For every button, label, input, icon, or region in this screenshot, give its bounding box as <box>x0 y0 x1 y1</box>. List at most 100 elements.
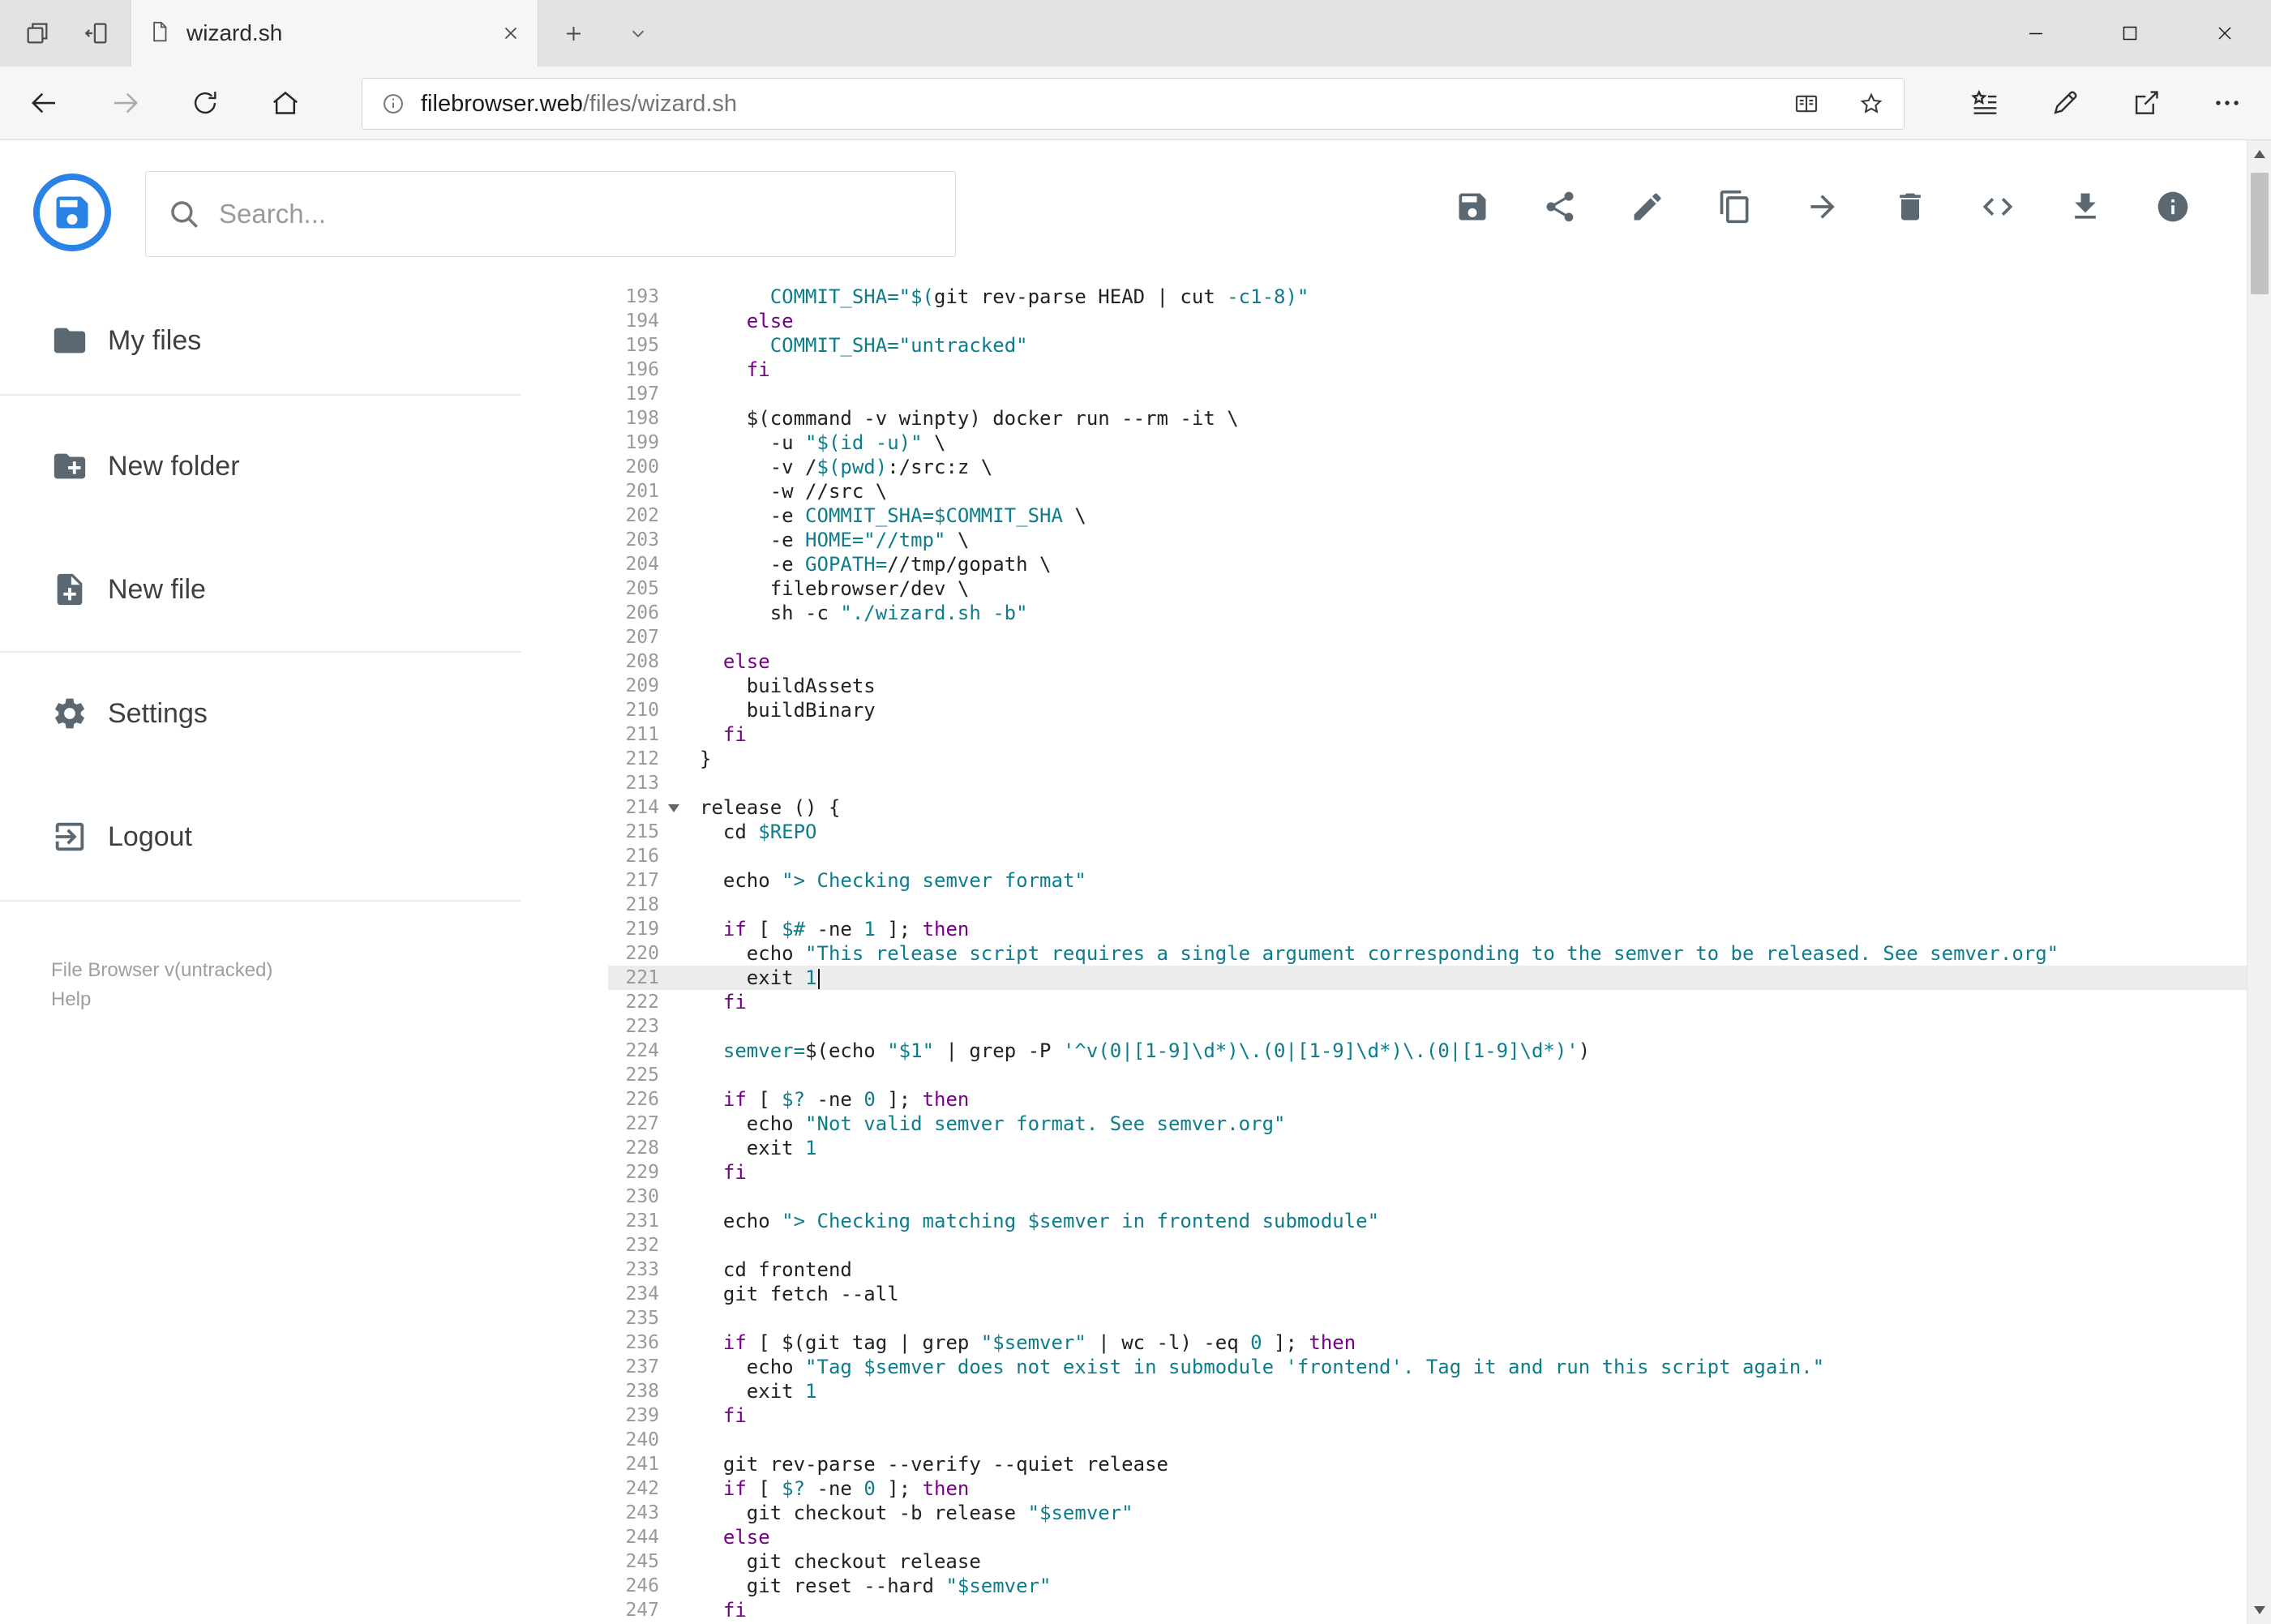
code-line[interactable]: 204 -e GOPATH=//tmp/gopath \ <box>608 552 2247 576</box>
line-number[interactable]: 221 <box>608 966 681 990</box>
code-line[interactable]: 221 exit 1 <box>608 966 2247 990</box>
code-line[interactable]: 209 buildAssets <box>608 674 2247 698</box>
code-line[interactable]: 247 fi <box>608 1598 2247 1622</box>
code-line[interactable]: 235 <box>608 1306 2247 1330</box>
code-line[interactable]: 229 fi <box>608 1160 2247 1185</box>
code-line[interactable]: 234 git fetch --all <box>608 1282 2247 1306</box>
code-line[interactable]: 213 <box>608 771 2247 795</box>
line-number[interactable]: 246 <box>608 1574 681 1598</box>
code-line[interactable]: 203 -e HOME="//tmp" \ <box>608 528 2247 552</box>
code-line[interactable]: 245 git checkout release <box>608 1549 2247 1574</box>
code-line[interactable]: 242 if [ $? -ne 0 ]; then <box>608 1476 2247 1501</box>
sidebar-item-new-file[interactable]: New file <box>0 565 521 614</box>
refresh-button[interactable] <box>176 66 234 139</box>
line-number[interactable]: 218 <box>608 893 681 917</box>
site-info-icon[interactable] <box>380 91 406 117</box>
line-number[interactable]: 194 <box>608 309 681 333</box>
line-number[interactable]: 230 <box>608 1185 681 1209</box>
line-number[interactable]: 222 <box>608 990 681 1014</box>
line-number[interactable]: 247 <box>608 1598 681 1622</box>
sidebar-item-my-files[interactable]: My files <box>0 316 521 365</box>
delete-icon[interactable] <box>1879 155 1941 259</box>
code-line[interactable]: 198 $(command -v winpty) docker run --rm… <box>608 406 2247 431</box>
code-line[interactable]: 210 buildBinary <box>608 698 2247 722</box>
scroll-down-icon[interactable] <box>2247 1596 2271 1624</box>
back-button[interactable] <box>15 66 73 139</box>
code-editor[interactable]: 193 COMMIT_SHA="$(git rev-parse HEAD | c… <box>608 273 2247 1624</box>
line-number[interactable]: 195 <box>608 333 681 358</box>
code-line[interactable]: 231 echo "> Checking matching $semver in… <box>608 1209 2247 1233</box>
code-line[interactable]: 201 -w //src \ <box>608 479 2247 503</box>
line-number[interactable]: 238 <box>608 1379 681 1403</box>
scrollbar-thumb[interactable] <box>2251 173 2269 294</box>
line-number[interactable]: 235 <box>608 1306 681 1330</box>
line-number[interactable]: 208 <box>608 649 681 674</box>
line-number[interactable]: 198 <box>608 406 681 431</box>
code-line[interactable]: 211 fi <box>608 722 2247 747</box>
line-number[interactable]: 233 <box>608 1258 681 1282</box>
code-line[interactable]: 212} <box>608 747 2247 771</box>
line-number[interactable]: 199 <box>608 431 681 455</box>
code-line[interactable]: 195 COMMIT_SHA="untracked" <box>608 333 2247 358</box>
line-number[interactable]: 219 <box>608 917 681 941</box>
hub-favorites-icon[interactable] <box>1956 66 2014 139</box>
line-number[interactable]: 239 <box>608 1403 681 1428</box>
tab-preview-chevron-icon[interactable] <box>610 0 666 66</box>
web-note-pen-icon[interactable] <box>2036 66 2094 139</box>
line-number[interactable]: 214 <box>608 795 681 820</box>
line-number[interactable]: 209 <box>608 674 681 698</box>
fold-marker-icon[interactable] <box>668 804 679 812</box>
line-number[interactable]: 229 <box>608 1160 681 1185</box>
close-window-button[interactable] <box>2190 0 2260 66</box>
code-line[interactable]: 240 <box>608 1428 2247 1452</box>
line-number[interactable]: 243 <box>608 1501 681 1525</box>
home-button[interactable] <box>256 66 315 139</box>
browser-tab[interactable]: wizard.sh <box>131 0 538 66</box>
code-line[interactable]: 227 echo "Not valid semver format. See s… <box>608 1112 2247 1136</box>
tab-close-icon[interactable] <box>500 23 521 44</box>
more-options-icon[interactable] <box>2198 66 2256 139</box>
address-bar[interactable]: filebrowser.web/files/wizard.sh <box>362 78 1905 130</box>
code-line[interactable]: 215 cd $REPO <box>608 820 2247 844</box>
code-line[interactable]: 233 cd frontend <box>608 1258 2247 1282</box>
vertical-scrollbar[interactable] <box>2247 140 2271 1624</box>
code-line[interactable]: 243 git checkout -b release "$semver" <box>608 1501 2247 1525</box>
search-input[interactable] <box>219 199 934 229</box>
code-line[interactable]: 193 COMMIT_SHA="$(git rev-parse HEAD | c… <box>608 285 2247 309</box>
line-number[interactable]: 200 <box>608 455 681 479</box>
set-tabs-aside-icon[interactable] <box>9 0 66 66</box>
code-line[interactable]: 200 -v /$(pwd):/src:z \ <box>608 455 2247 479</box>
edit-icon[interactable] <box>1617 155 1678 259</box>
share-icon[interactable] <box>1529 155 1591 259</box>
minimize-button[interactable] <box>2001 0 2071 66</box>
code-line[interactable]: 228 exit 1 <box>608 1136 2247 1160</box>
code-line[interactable]: 224 semver=$(echo "$1" | grep -P '^v(0|[… <box>608 1039 2247 1063</box>
line-number[interactable]: 225 <box>608 1063 681 1087</box>
code-line[interactable]: 206 sh -c "./wizard.sh -b" <box>608 601 2247 625</box>
maximize-button[interactable] <box>2095 0 2165 66</box>
code-line[interactable]: 218 <box>608 893 2247 917</box>
code-line[interactable]: 232 <box>608 1233 2247 1258</box>
line-number[interactable]: 223 <box>608 1014 681 1039</box>
code-line[interactable]: 226 if [ $? -ne 0 ]; then <box>608 1087 2247 1112</box>
download-icon[interactable] <box>2055 155 2116 259</box>
tab-preview-icon[interactable] <box>68 0 125 66</box>
code-line[interactable]: 241 git rev-parse --verify --quiet relea… <box>608 1452 2247 1476</box>
line-number[interactable]: 231 <box>608 1209 681 1233</box>
reading-view-icon[interactable] <box>1785 79 1828 129</box>
code-line[interactable]: 223 <box>608 1014 2247 1039</box>
code-line[interactable]: 214 release () { <box>608 795 2247 820</box>
line-number[interactable]: 224 <box>608 1039 681 1063</box>
line-number[interactable]: 204 <box>608 552 681 576</box>
code-line[interactable]: 237 echo "Tag $semver does not exist in … <box>608 1355 2247 1379</box>
code-line[interactable]: 196 fi <box>608 358 2247 382</box>
code-line[interactable]: 244 else <box>608 1525 2247 1549</box>
code-icon[interactable] <box>1967 155 2029 259</box>
code-line[interactable]: 202 -e COMMIT_SHA=$COMMIT_SHA \ <box>608 503 2247 528</box>
line-number[interactable]: 242 <box>608 1476 681 1501</box>
line-number[interactable]: 193 <box>608 285 681 309</box>
code-line[interactable]: 222 fi <box>608 990 2247 1014</box>
copy-icon[interactable] <box>1704 155 1766 259</box>
code-line[interactable]: 236 if [ $(git tag | grep "$semver" | wc… <box>608 1330 2247 1355</box>
code-line[interactable]: 219 if [ $# -ne 1 ]; then <box>608 917 2247 941</box>
